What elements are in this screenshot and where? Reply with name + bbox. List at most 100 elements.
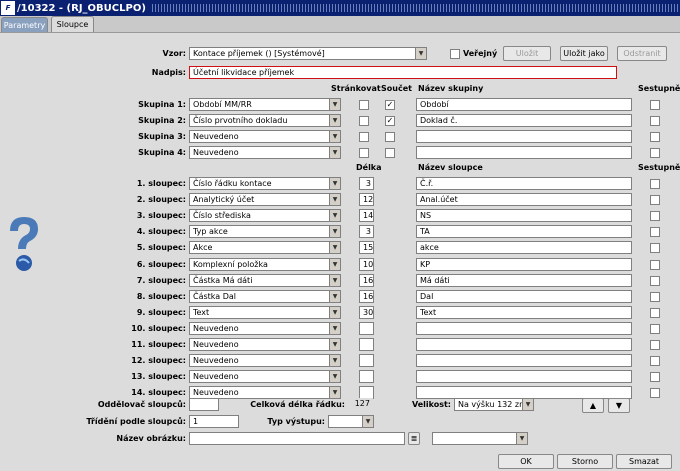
- list-icon[interactable]: ≣: [408, 432, 420, 445]
- group-name-input[interactable]: [416, 146, 632, 159]
- column-delka-input[interactable]: 16: [359, 289, 374, 303]
- column-name-input[interactable]: TA: [416, 225, 632, 239]
- column-delka-input[interactable]: [359, 354, 374, 368]
- column-name-input[interactable]: KP: [416, 257, 632, 271]
- trideni-input[interactable]: 1: [189, 415, 239, 428]
- column-delka-input[interactable]: [359, 370, 374, 384]
- column-sestupne-checkbox[interactable]: [650, 275, 660, 286]
- column-sestupne-checkbox[interactable]: [650, 323, 660, 334]
- group-sestupne-checkbox[interactable]: [650, 116, 660, 126]
- column-delka-input[interactable]: 30: [359, 305, 374, 319]
- dropdown-arrow-icon[interactable]: ▼: [329, 147, 340, 158]
- column-select[interactable]: Částka Dal ▼: [189, 289, 341, 303]
- column-delka-input[interactable]: [359, 338, 374, 351]
- group-name-input[interactable]: Období: [416, 98, 632, 111]
- column-delka-input[interactable]: 3: [359, 177, 374, 190]
- column-name-input[interactable]: [416, 321, 632, 335]
- column-delka-input[interactable]: 14: [359, 209, 374, 223]
- nazev-obrazku-input[interactable]: [189, 432, 405, 445]
- column-select[interactable]: Typ akce ▼: [189, 225, 341, 239]
- column-name-input[interactable]: Dal: [416, 289, 632, 303]
- dropdown-arrow-icon[interactable]: ▼: [329, 226, 340, 238]
- group-select[interactable]: Neuvedeno ▼: [189, 130, 341, 143]
- column-select[interactable]: Akce ▼: [189, 241, 341, 255]
- group-name-input[interactable]: Doklad č.: [416, 114, 632, 127]
- column-sestupne-checkbox[interactable]: [650, 340, 660, 350]
- verejny-checkbox[interactable]: [450, 49, 460, 59]
- column-select[interactable]: Komplexní položka ▼: [189, 257, 341, 271]
- column-name-input[interactable]: Anal.účet: [416, 193, 632, 207]
- column-sestupne-checkbox[interactable]: [650, 259, 660, 270]
- column-name-input[interactable]: [416, 354, 632, 368]
- column-sestupne-checkbox[interactable]: [650, 291, 660, 302]
- dropdown-arrow-icon[interactable]: ▼: [329, 258, 340, 270]
- tab-parametry[interactable]: Parametry: [1, 17, 48, 32]
- dropdown-arrow-icon[interactable]: ▼: [329, 178, 340, 189]
- ulozit-button[interactable]: Uložit: [503, 46, 551, 61]
- soucet-checkbox[interactable]: ✓: [385, 116, 395, 126]
- tab-sloupce[interactable]: Sloupce: [51, 16, 94, 32]
- dropdown-arrow-icon[interactable]: ▼: [329, 242, 340, 254]
- strankovat-checkbox[interactable]: [359, 100, 369, 110]
- column-delka-input[interactable]: [359, 321, 374, 335]
- column-name-input[interactable]: akce: [416, 241, 632, 255]
- nazev-obrazku-select[interactable]: ▼: [432, 432, 528, 445]
- column-sestupne-checkbox[interactable]: [650, 372, 660, 383]
- up-arrow-icon[interactable]: ▲: [582, 398, 604, 413]
- dropdown-arrow-icon[interactable]: ▼: [329, 194, 340, 206]
- group-name-input[interactable]: [416, 130, 632, 143]
- typ-vystupu-select[interactable]: ▼: [328, 415, 374, 428]
- column-select[interactable]: Číslo střediska ▼: [189, 209, 341, 223]
- column-name-input[interactable]: Text: [416, 305, 632, 319]
- column-select[interactable]: Analytický účet ▼: [189, 193, 341, 207]
- column-sestupne-checkbox[interactable]: [650, 307, 660, 318]
- strankovat-checkbox[interactable]: [359, 132, 369, 142]
- column-name-input[interactable]: NS: [416, 209, 632, 223]
- oddelovac-input[interactable]: [189, 398, 219, 411]
- column-sestupne-checkbox[interactable]: [650, 211, 660, 222]
- dropdown-arrow-icon[interactable]: ▼: [329, 355, 340, 367]
- column-sestupne-checkbox[interactable]: [650, 227, 660, 238]
- dropdown-arrow-icon[interactable]: ▼: [329, 339, 340, 350]
- dropdown-arrow-icon[interactable]: ▼: [329, 115, 340, 126]
- column-name-input[interactable]: [416, 338, 632, 351]
- soucet-checkbox[interactable]: [385, 132, 395, 142]
- column-select[interactable]: Neuvedeno ▼: [189, 354, 341, 368]
- group-select[interactable]: Číslo prvotního dokladu ▼: [189, 114, 341, 127]
- dropdown-arrow-icon[interactable]: ▼: [329, 274, 340, 286]
- group-sestupne-checkbox[interactable]: [650, 132, 660, 142]
- column-sestupne-checkbox[interactable]: [650, 195, 660, 206]
- column-sestupne-checkbox[interactable]: [650, 388, 660, 399]
- dropdown-arrow-icon[interactable]: ▼: [522, 399, 533, 410]
- column-select[interactable]: Neuvedeno ▼: [189, 321, 341, 335]
- column-delka-input[interactable]: 12: [359, 193, 374, 207]
- column-select[interactable]: Číslo řádku kontace ▼: [189, 177, 341, 190]
- ok-button[interactable]: OK: [498, 454, 554, 469]
- group-sestupne-checkbox[interactable]: [650, 100, 660, 110]
- smazat-button[interactable]: Smazat: [616, 454, 672, 469]
- dropdown-arrow-icon[interactable]: ▼: [415, 48, 426, 59]
- column-delka-input[interactable]: 16: [359, 273, 374, 287]
- column-select[interactable]: Částka Má dáti ▼: [189, 273, 341, 287]
- nadpis-input[interactable]: Účetní likvidace příjemek: [189, 66, 617, 79]
- dropdown-arrow-icon[interactable]: ▼: [516, 433, 527, 444]
- velikost-select[interactable]: Na výšku 132 zn. ▼: [454, 398, 534, 411]
- dropdown-arrow-icon[interactable]: ▼: [329, 306, 340, 318]
- column-sestupne-checkbox[interactable]: [650, 179, 660, 189]
- strankovat-checkbox[interactable]: [359, 148, 369, 158]
- storno-button[interactable]: Storno: [557, 454, 613, 469]
- dropdown-arrow-icon[interactable]: ▼: [362, 416, 373, 427]
- help-icon[interactable]: [2, 213, 42, 273]
- odstranit-button[interactable]: Odstranit: [617, 46, 667, 61]
- dropdown-arrow-icon[interactable]: ▼: [329, 322, 340, 334]
- ulozit-jako-button[interactable]: Uložit jako: [560, 46, 608, 61]
- dropdown-arrow-icon[interactable]: ▼: [329, 387, 340, 399]
- group-sestupne-checkbox[interactable]: [650, 148, 660, 158]
- column-delka-input[interactable]: 10: [359, 257, 374, 271]
- column-select[interactable]: Neuvedeno ▼: [189, 338, 341, 351]
- vzor-select[interactable]: Kontace příjemek () [Systémové] ▼: [189, 47, 427, 60]
- strankovat-checkbox[interactable]: [359, 116, 369, 126]
- dropdown-arrow-icon[interactable]: ▼: [329, 210, 340, 222]
- column-select[interactable]: Neuvedeno ▼: [189, 370, 341, 384]
- column-delka-input[interactable]: 15: [359, 241, 374, 255]
